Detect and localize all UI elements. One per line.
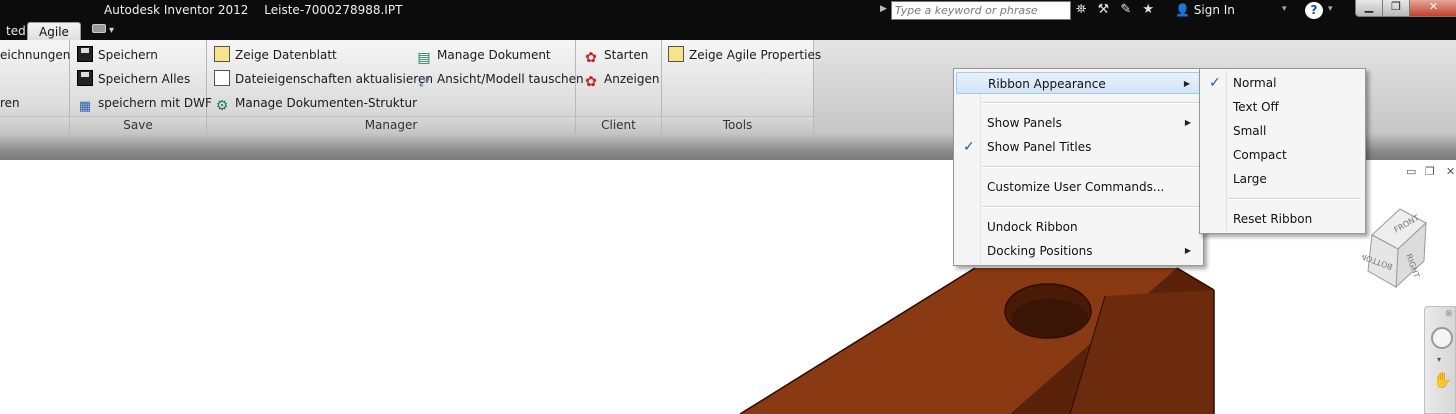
menu-separator (1228, 198, 1361, 200)
viewport-close-icon[interactable]: ✕ (1446, 165, 1455, 178)
menu-item-label: Small (1233, 124, 1267, 138)
submenu-arrow-icon: ▶ (1184, 118, 1191, 127)
menu-item-label: Large (1233, 172, 1267, 186)
checkmark-icon: ✓ (1209, 75, 1221, 91)
submenu-item-text-off[interactable]: Text Off (1202, 96, 1363, 118)
menu-item-undock-ribbon[interactable]: Undock Ribbon (956, 216, 1201, 238)
menu-item-label: Undock Ribbon (987, 220, 1078, 234)
menu-item-show-panel-titles[interactable]: ✓ Show Panel Titles (956, 136, 1201, 158)
menu-item-label: Customize User Commands... (987, 180, 1165, 194)
checkmark-icon: ✓ (963, 139, 975, 155)
menu-item-label: Text Off (1233, 100, 1279, 114)
menu-item-show-panels[interactable]: Show Panels ▶ (956, 112, 1201, 134)
menu-item-label: Show Panels (987, 116, 1062, 130)
steering-wheel-dropdown-icon[interactable]: ▾ (1437, 355, 1441, 364)
submenu-arrow-icon: ▶ (1183, 79, 1190, 88)
menu-item-label: Docking Positions (987, 244, 1093, 258)
submenu-item-small[interactable]: Small (1202, 120, 1363, 142)
submenu-item-reset-ribbon[interactable]: Reset Ribbon (1202, 208, 1363, 230)
ribbon-appearance-submenu: ✓ Normal Text Off Small Compact Large Re… (1199, 68, 1366, 234)
navigation-bar: ⊗ ▾ ✋ (1424, 306, 1456, 414)
menu-separator (982, 206, 1199, 208)
navbar-close-icon[interactable]: ⊗ (1445, 309, 1453, 319)
viewport-restore-icon[interactable]: ❐ (1425, 165, 1435, 178)
submenu-item-large[interactable]: Large (1202, 168, 1363, 190)
submenu-item-normal[interactable]: ✓ Normal (1202, 72, 1363, 94)
menu-item-label: Reset Ribbon (1233, 212, 1313, 226)
viewport-minimize-icon[interactable]: ▭ (1406, 165, 1416, 178)
menu-item-customize-user-commands[interactable]: Customize User Commands... (956, 176, 1201, 198)
menu-item-label: Ribbon Appearance (988, 77, 1106, 91)
menu-item-label: Normal (1233, 76, 1277, 90)
menu-item-docking-positions[interactable]: Docking Positions ▶ (956, 240, 1201, 262)
viewcube[interactable]: FRONT RIGHT BOTTOM (1362, 205, 1442, 291)
pan-hand-icon[interactable]: ✋ (1433, 371, 1452, 389)
ribbon-context-menu: Ribbon Appearance ▶ Show Panels ▶ ✓ Show… (953, 68, 1204, 266)
menu-separator (982, 102, 1199, 104)
submenu-arrow-icon: ▶ (1184, 246, 1191, 255)
model-hole-inner (1012, 299, 1088, 337)
menu-separator (982, 166, 1199, 168)
menu-item-label: Compact (1233, 148, 1287, 162)
submenu-item-compact[interactable]: Compact (1202, 144, 1363, 166)
menu-item-ribbon-appearance[interactable]: Ribbon Appearance ▶ (956, 72, 1201, 94)
steering-wheel-icon[interactable] (1431, 327, 1453, 349)
menu-item-label: Show Panel Titles (987, 140, 1092, 154)
